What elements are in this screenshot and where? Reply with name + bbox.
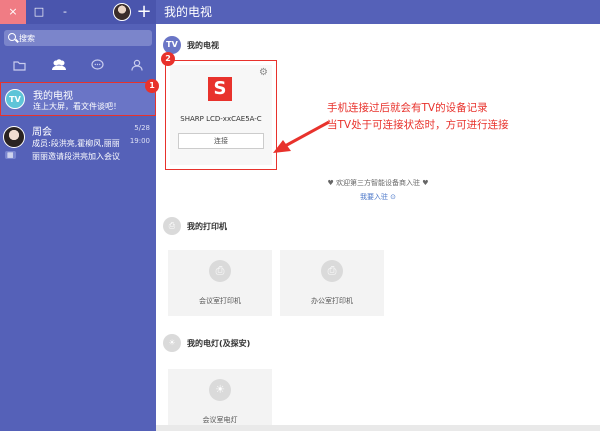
tab-files[interactable] bbox=[0, 54, 39, 76]
connect-button[interactable]: 连接 bbox=[178, 133, 264, 149]
chat-icon bbox=[91, 59, 104, 70]
device-card[interactable]: ⚙ S SHARP LCD-xxCAE5A-C 连接 bbox=[170, 65, 272, 165]
join-link[interactable]: 我要入驻 ⊙ bbox=[156, 192, 600, 202]
sharp-logo: S bbox=[208, 77, 232, 101]
printer-card[interactable]: ⎙ 会议室打印机 bbox=[168, 250, 272, 316]
device-name: SHARP LCD-xxCAE5A-C bbox=[180, 115, 262, 123]
annotation-line-2: 当TV处于可连接状态时，方可进行连接 bbox=[327, 119, 509, 131]
light-card[interactable]: ☀ 会议室电灯 bbox=[168, 369, 272, 431]
step-badge-1: 1 bbox=[145, 79, 159, 93]
group-tag-icon: ▦ bbox=[5, 151, 16, 159]
page-title: 我的电视 bbox=[156, 0, 600, 24]
chat-item-time: 19:00 bbox=[129, 137, 150, 145]
tab-chats[interactable] bbox=[78, 54, 117, 76]
printer-icon: ⎙ bbox=[209, 260, 231, 282]
search-box[interactable] bbox=[4, 30, 152, 46]
section-title: 我的电视 bbox=[187, 41, 219, 50]
minimize-icon[interactable]: - bbox=[52, 0, 78, 24]
tv-icon: TV bbox=[5, 89, 25, 109]
printer-icon: ⎙ bbox=[321, 260, 343, 282]
gear-icon[interactable]: ⚙ bbox=[259, 67, 268, 78]
chat-item-name: 周会 bbox=[32, 127, 52, 138]
maximize-icon[interactable]: □ bbox=[26, 0, 52, 24]
sidebar: × □ - + TV 我的电视 连上大屏，看文件谈吧！ 周会 5/28 19:0… bbox=[0, 0, 156, 431]
sidebar-tabs bbox=[0, 54, 156, 76]
chat-item-my-tv[interactable]: TV 我的电视 连上大屏，看文件谈吧！ bbox=[0, 82, 156, 116]
search-icon bbox=[8, 33, 16, 41]
tab-contacts[interactable] bbox=[117, 54, 156, 76]
chat-item-members: 成员:段洪亮,霍柳风,丽丽 bbox=[32, 139, 120, 148]
printer-label: 办公室打印机 bbox=[311, 297, 353, 305]
contact-icon bbox=[130, 59, 143, 71]
tab-groups[interactable] bbox=[39, 54, 78, 76]
bottom-scroll-area bbox=[156, 425, 600, 431]
lightbulb-icon: ☀ bbox=[209, 379, 231, 401]
light-label: 会议室电灯 bbox=[202, 416, 238, 424]
printer-card[interactable]: ⎙ 办公室打印机 bbox=[280, 250, 384, 316]
chat-item-name: 我的电视 bbox=[33, 91, 73, 102]
annotation-line-1: 手机连接过后就会有TV的设备记录 bbox=[327, 102, 488, 114]
group-icon bbox=[51, 59, 66, 70]
printer-icon: ⎙ bbox=[163, 217, 181, 235]
welcome-text: 欢迎第三方智能设备商入驻 bbox=[336, 179, 420, 187]
user-avatar[interactable] bbox=[113, 3, 131, 21]
add-icon[interactable]: + bbox=[136, 0, 152, 24]
sidebar-titlebar: × □ - + bbox=[0, 0, 156, 24]
lightbulb-icon: ☀ bbox=[163, 334, 181, 352]
chat-item-date: 5/28 bbox=[134, 124, 150, 132]
step-badge-2: 2 bbox=[161, 52, 175, 66]
device-highlight-box: ⚙ S SHARP LCD-xxCAE5A-C 连接 bbox=[165, 60, 277, 170]
heart-icon: ♥ bbox=[327, 179, 336, 187]
close-icon[interactable]: × bbox=[0, 0, 26, 24]
annotation-text: 手机连接过后就会有TV的设备记录 当TV处于可连接状态时，方可进行连接 bbox=[327, 100, 557, 134]
printer-label: 会议室打印机 bbox=[199, 297, 241, 305]
section-title: 我的打印机 bbox=[187, 222, 227, 231]
main-panel: TV 我的电视 ⚙ S SHARP LCD-xxCAE5A-C 连接 手机连接过… bbox=[156, 24, 600, 431]
chat-item-weekly-meeting[interactable]: 周会 5/28 19:00 成员:段洪亮,霍柳风,丽丽 ▦ 丽丽邀请段洪亮加入会… bbox=[0, 120, 156, 166]
group-avatar bbox=[3, 126, 25, 148]
third-party-welcome: ♥ 欢迎第三方智能设备商入驻 ♥ bbox=[156, 178, 600, 188]
arrow-icon bbox=[273, 120, 330, 153]
chat-item-last-message: 丽丽邀请段洪亮加入会议 bbox=[32, 152, 120, 161]
folder-icon bbox=[13, 60, 26, 71]
search-input[interactable] bbox=[19, 30, 149, 46]
section-title: 我的电灯(及探安) bbox=[187, 339, 251, 348]
heart-icon: ♥ bbox=[420, 179, 429, 187]
chat-item-subtitle: 连上大屏，看文件谈吧！ bbox=[33, 102, 121, 111]
